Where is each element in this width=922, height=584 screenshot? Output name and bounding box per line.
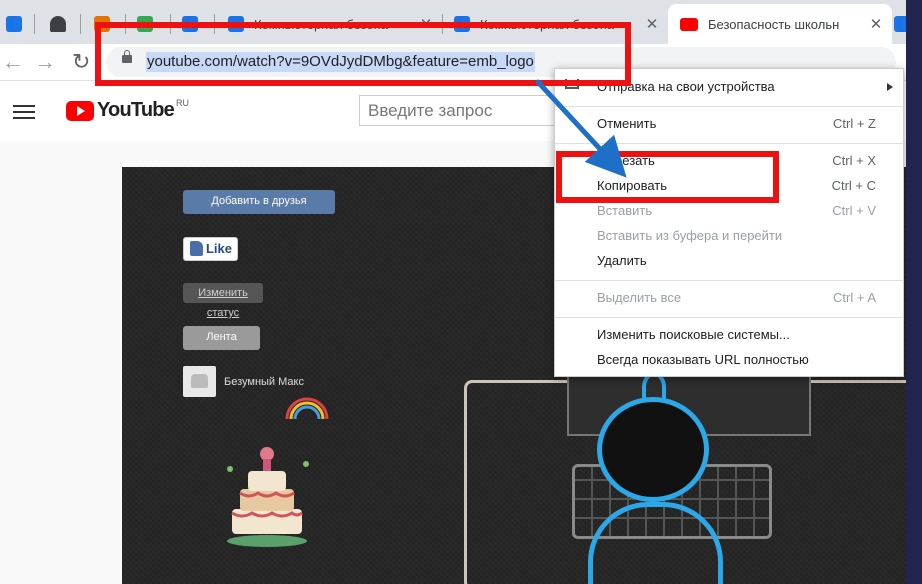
tab-title: Безопасность школьн [708,16,840,32]
menu-item-search-engines[interactable]: Изменить поисковые системы... [555,323,903,347]
change-status-link: Изменить статус [183,283,263,319]
youtube-logo-text: YouTube [97,99,175,121]
menu-item-label: Отменить [597,116,657,131]
avatar [183,366,216,397]
like-label: Like [205,241,232,256]
close-icon[interactable]: ✕ [868,15,884,33]
context-menu: Отправка на свои устройства Отменить Ctr… [554,68,904,377]
menu-item-shortcut: Ctrl + V [832,203,876,218]
menu-item-label: Вставить из буфера и перейти [597,228,783,243]
back-arrow-icon[interactable]: ← [2,50,24,74]
youtube-favicon-icon [680,17,698,31]
menu-icon[interactable] [13,105,35,119]
reload-icon[interactable]: ↻ [72,50,90,74]
menu-item-paste-and-go[interactable]: Вставить из буфера и перейти [555,224,903,248]
url-highlight-box [95,22,631,86]
forward-arrow-icon[interactable]: → [34,50,56,74]
username: Безумный Макс [224,376,304,388]
copy-highlight-box [556,151,779,203]
youtube-play-icon [66,100,94,121]
close-icon[interactable]: ✕ [644,15,660,33]
youtube-logo[interactable]: YouTube RU [66,97,189,122]
browser-window: Компьютерная безопа ✕ Компьютерная безоп… [0,0,922,584]
menu-item-label: Выделить все [597,290,682,305]
menu-item-shortcut: Ctrl + C [831,178,876,193]
menu-item-undo[interactable]: Отменить Ctrl + Z [555,112,903,136]
feed-button: Лента [183,326,260,350]
mail-icon [894,16,906,32]
cake-illustration [227,447,309,547]
menu-item-label: Изменить поисковые системы... [597,327,790,342]
tab-active-youtube[interactable]: Безопасность школьн ✕ [668,4,892,44]
boy-head-illustration [597,397,709,502]
menu-item-label: Всегда показывать URL полностью [597,352,809,367]
menu-item-shortcut: Ctrl + Z [833,116,876,131]
add-friend-button: Добавить в друзья [183,190,335,214]
menu-item-shortcut: Ctrl + A [833,290,876,305]
mail-icon [6,16,22,32]
submenu-arrow-icon [887,83,893,91]
menu-item-shortcut: Ctrl + X [832,153,876,168]
rainbow-icon [285,397,329,420]
menu-item-show-full-url[interactable]: Всегда показывать URL полностью [555,348,903,372]
tab-2[interactable] [40,4,80,44]
tab-9[interactable] [894,4,906,44]
tab-1[interactable] [0,4,28,44]
thumbs-up-icon [190,241,203,256]
menu-item-label: Удалить [597,253,647,268]
menu-item-select-all[interactable]: Выделить все Ctrl + A [555,286,903,310]
region-label: RU [175,97,189,108]
like-button: Like [183,237,238,261]
graduation-cap-icon [50,16,66,32]
menu-item-delete[interactable]: Удалить [555,249,903,273]
search-input[interactable]: Введите запрос [359,95,559,126]
